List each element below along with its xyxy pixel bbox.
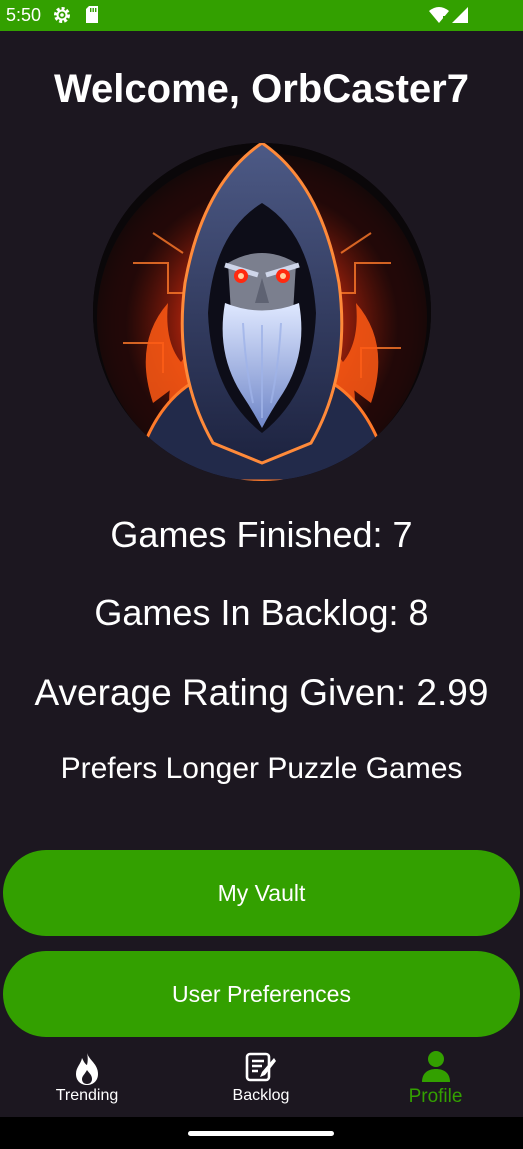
nav-item-trending[interactable]: Trending [0,1046,174,1117]
profile-screen: 5:50 Welcome, OrbCaster7 Games Finished:… [0,0,523,1149]
games-in-backlog-stat: Games In Backlog: 8 [94,592,429,633]
preference-text: Prefers Longer Puzzle Games [60,752,463,785]
my-vault-button-label: My Vault [217,879,306,906]
nav-label-trending: Trending [55,1087,119,1104]
welcome-heading: Welcome, OrbCaster7 [54,67,469,111]
settings-gear-icon [52,5,72,30]
nav-item-backlog[interactable]: Backlog [174,1046,348,1117]
home-gesture-handle[interactable] [188,1131,334,1136]
average-rating-stat: Average Rating Given: 2.99 [34,672,489,713]
bottom-navigation: Trending Backlog Profile [0,1046,523,1117]
edit-list-icon [245,1052,277,1087]
avatar [93,143,431,481]
hooded-wizard-avatar [93,143,431,481]
status-bar: 5:50 [0,0,523,31]
person-icon [421,1050,451,1087]
wifi-icon [428,6,450,29]
user-preferences-button[interactable]: User Preferences [3,951,520,1037]
flame-icon [72,1052,102,1091]
my-vault-button[interactable]: My Vault [3,850,520,936]
system-navigation-bar [0,1117,523,1149]
user-preferences-button-label: User Preferences [172,980,351,1007]
signal-icon [451,6,469,29]
sd-card-icon [85,5,99,29]
nav-label-profile: Profile [408,1086,463,1107]
nav-item-profile[interactable]: Profile [348,1046,523,1117]
nav-label-backlog: Backlog [232,1087,290,1104]
status-time: 5:50 [6,5,42,25]
games-finished-stat: Games Finished: 7 [110,514,413,555]
